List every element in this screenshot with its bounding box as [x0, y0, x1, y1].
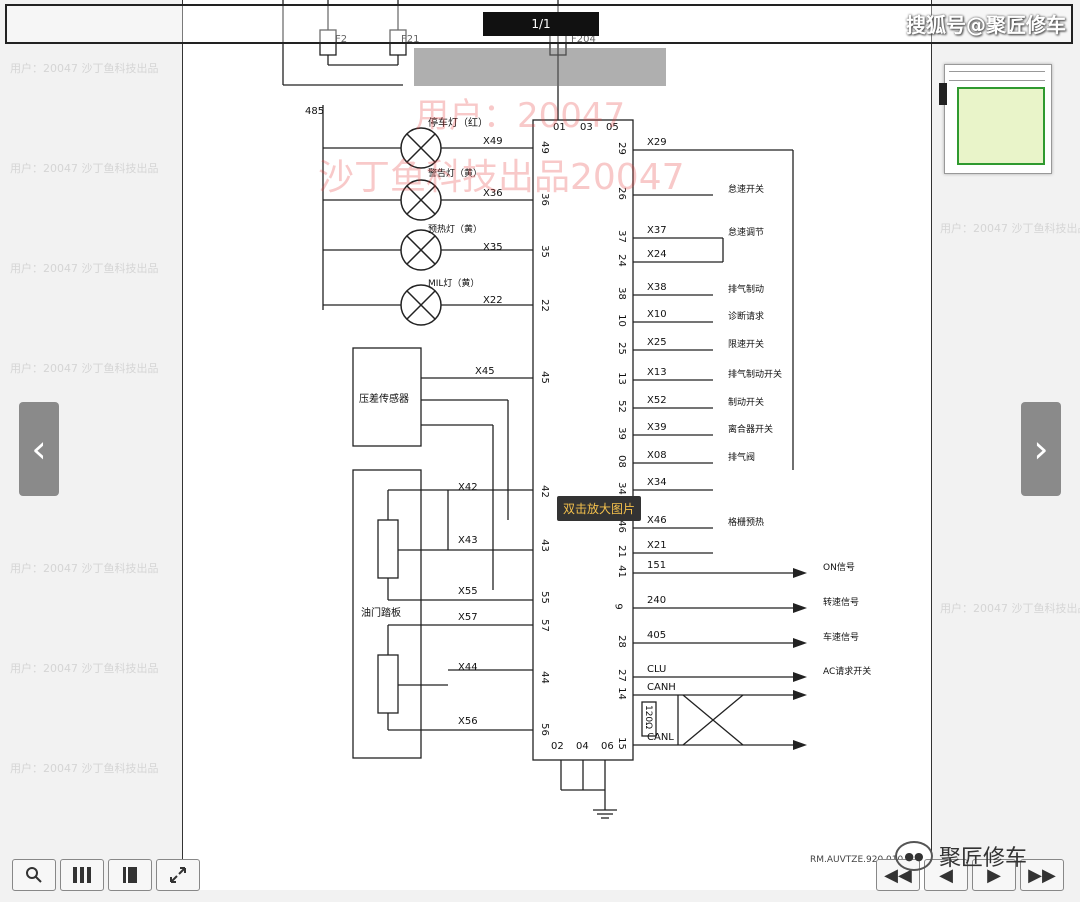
grid-view-button[interactable] — [60, 859, 104, 891]
book-mode-button[interactable] — [108, 859, 152, 891]
watermark-text: 用户：20047 沙丁鱼科技出品 — [10, 262, 159, 275]
watermark-text: 用户：20047 沙丁鱼科技出品 — [940, 222, 1080, 235]
chevron-left-icon: ‹ — [31, 427, 47, 471]
zoom-button[interactable] — [12, 859, 56, 891]
fullscreen-icon — [170, 867, 186, 883]
signal-arrow — [793, 603, 807, 613]
brand-name: 聚匠修车 — [939, 846, 1028, 871]
watermark-large: 用户：20047 — [415, 96, 626, 136]
page-thumbnail[interactable] — [939, 64, 1052, 174]
page-indicator: 1/1 — [483, 12, 599, 36]
grid-icon — [73, 867, 91, 883]
wechat-icon: ●● — [895, 841, 933, 871]
chevron-right-icon: › — [1033, 427, 1049, 471]
watermark-text: 用户：20047 沙丁鱼科技出品 — [10, 162, 159, 175]
source-watermark: 搜狐号@聚匠修车 — [906, 13, 1066, 37]
overlay-strip — [414, 48, 666, 86]
watermark-text: 用户：20047 沙丁鱼科技出品 — [10, 662, 159, 675]
zoom-icon — [26, 867, 42, 883]
indicator-lamp — [400, 284, 442, 326]
fullscreen-button[interactable] — [156, 859, 200, 891]
thumbnail-viewport[interactable] — [957, 87, 1045, 165]
signal-arrow — [793, 568, 807, 578]
watermark-text: 用户：20047 沙丁鱼科技出品 — [10, 362, 159, 375]
signal-arrow — [793, 638, 807, 648]
book-icon — [123, 867, 137, 883]
thumbnail-header — [949, 71, 1045, 81]
watermark-text: 用户：20047 沙丁鱼科技出品 — [10, 562, 159, 575]
watermark-text: 用户：20047 沙丁鱼科技出品 — [940, 602, 1080, 615]
watermark-text: 用户：20047 沙丁鱼科技出品 — [10, 762, 159, 775]
signal-arrow — [793, 740, 807, 750]
previous-image-button[interactable]: ‹ — [19, 402, 59, 496]
thumbnail-marker — [939, 83, 947, 105]
signal-arrow — [793, 672, 807, 682]
wechat-brand: ●● 聚匠修车 — [895, 840, 1027, 872]
watermark-text: 用户：20047 沙丁鱼科技出品 — [10, 62, 159, 75]
last-page-icon: ▶▶ — [1028, 864, 1056, 886]
zoom-tooltip: 双击放大图片 — [557, 496, 642, 521]
indicator-lamp — [400, 229, 442, 271]
watermark-large: 沙丁鱼科技出品20047 — [318, 157, 685, 198]
signal-arrow — [793, 690, 807, 700]
next-image-button[interactable]: › — [1021, 402, 1061, 496]
document-viewer: 用户：20047 沙丁鱼科技出品 用户：20047 沙丁鱼科技出品 用户：200… — [0, 0, 1080, 902]
